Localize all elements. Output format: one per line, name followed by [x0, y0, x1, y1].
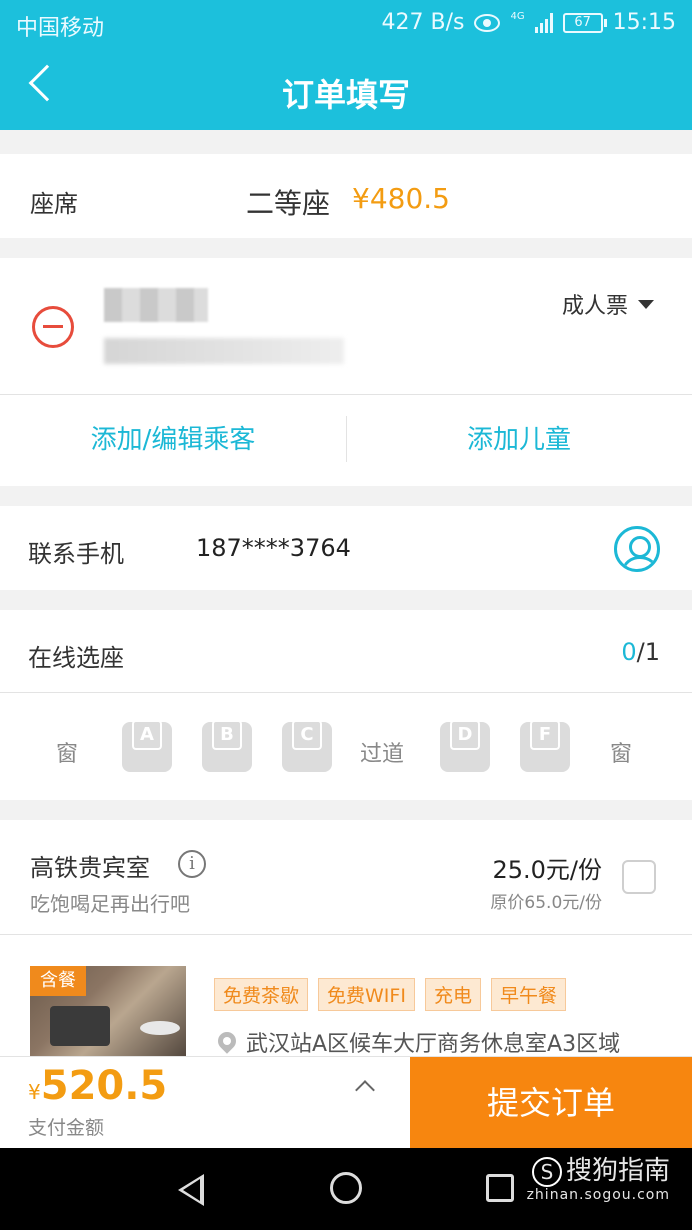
online-seat-section: 在线选座 0/1 窗 A B C 过道 D F 窗	[0, 610, 692, 800]
online-seat-label: 在线选座	[28, 644, 124, 672]
lounge-tag: 免费WIFI	[318, 978, 415, 1011]
window-label-right: 窗	[610, 742, 633, 767]
passenger-section: 成人票 添加/编辑乘客 添加儿童	[0, 258, 692, 486]
network-speed: 427 B/s	[381, 10, 465, 35]
add-child-button[interactable]: 添加儿童	[346, 394, 692, 486]
seat-class-value: 二等座	[246, 187, 331, 220]
caret-down-icon	[638, 299, 654, 309]
seat-price: ¥480.5	[352, 182, 450, 215]
nav-home-icon[interactable]	[330, 1172, 362, 1204]
seat-c-button[interactable]: C	[282, 720, 332, 772]
divider	[0, 934, 692, 935]
seat-class-row: 座席 二等座 ¥480.5	[0, 154, 692, 238]
aisle-label: 过道	[360, 742, 405, 767]
add-edit-passenger-button[interactable]: 添加/编辑乘客	[0, 394, 346, 486]
nav-recent-apps-icon[interactable]	[486, 1174, 514, 1202]
vip-lounge-section: 高铁贵宾室 i 吃饱喝足再出行吧 25.0元/份 原价65.0元/份 含餐 免费…	[0, 820, 692, 1066]
contact-label: 联系手机	[28, 540, 124, 568]
seat-letter: D	[457, 724, 473, 745]
watermark: S 搜狗指南 zhinan.sogou.com	[527, 1150, 670, 1203]
nav-back-icon[interactable]	[178, 1174, 204, 1206]
battery-icon: 67	[562, 12, 607, 33]
meal-badge: 含餐	[30, 966, 86, 996]
seat-label: 座席	[30, 190, 78, 218]
app-header: 中国移动 427 B/s 4G 67 15:15 订单填写	[0, 0, 692, 130]
chevron-up-icon[interactable]	[355, 1080, 375, 1100]
amount-label: 支付金额	[28, 1117, 105, 1139]
ticket-type-select[interactable]: 成人票	[562, 288, 654, 320]
lounge-tag: 早午餐	[490, 978, 566, 1011]
contact-book-icon[interactable]	[614, 526, 660, 572]
lounge-address: 武汉站A区候车大厅商务休息室A3区域	[246, 1032, 621, 1057]
location-pin-icon	[214, 1028, 240, 1054]
contact-phone-row: 联系手机 187****3764	[0, 506, 692, 590]
lounge-original-price: 原价65.0元/份	[490, 893, 602, 913]
passenger-name-redacted	[104, 288, 208, 322]
seat-a-button[interactable]: A	[122, 720, 172, 772]
watermark-domain: zhinan.sogou.com	[526, 1187, 670, 1203]
seat-b-button[interactable]: B	[202, 720, 252, 772]
ticket-type-label: 成人票	[561, 294, 628, 319]
passenger-id-redacted	[104, 338, 344, 364]
eye-icon	[474, 13, 501, 32]
carrier-label: 中国移动	[16, 16, 105, 41]
watermark-brand: 搜狗指南	[565, 1156, 670, 1186]
status-bar: 中国移动 427 B/s 4G 67 15:15	[0, 0, 692, 48]
lounge-checkbox[interactable]	[622, 860, 656, 894]
remove-passenger-icon[interactable]	[32, 306, 74, 348]
window-label-left: 窗	[56, 742, 79, 767]
lounge-title: 高铁贵宾室	[30, 854, 150, 882]
seat-total-count: /1	[636, 638, 660, 666]
amount-value: 520.5	[40, 1063, 168, 1109]
checkout-bar: ¥520.5 支付金额 提交订单	[0, 1056, 692, 1149]
lounge-tag: 免费茶歇	[214, 978, 309, 1011]
divider	[0, 692, 692, 693]
info-icon[interactable]: i	[178, 850, 206, 878]
seat-count: 0/1	[621, 638, 660, 666]
seat-d-button[interactable]: D	[440, 720, 490, 772]
currency-symbol: ¥	[28, 1080, 41, 1104]
clock: 15:15	[612, 10, 676, 35]
lounge-tag: 充电	[424, 978, 481, 1011]
lounge-tags: 免费茶歇 免费WIFI 充电 早午餐	[214, 978, 566, 1011]
contact-phone-field[interactable]: 187****3764	[196, 534, 351, 562]
submit-order-button[interactable]: 提交订单	[410, 1057, 692, 1149]
sogou-logo: S	[531, 1156, 562, 1187]
signal-icon	[534, 12, 553, 33]
seat-letter: F	[538, 724, 552, 745]
seat-selected-count: 0	[621, 638, 637, 666]
seat-letter: C	[300, 724, 314, 745]
network-type: 4G	[510, 10, 525, 22]
seat-f-button[interactable]: F	[520, 720, 570, 772]
lounge-subtitle: 吃饱喝足再出行吧	[30, 892, 190, 916]
seat-letter: A	[140, 724, 154, 745]
page-title: 订单填写	[281, 76, 410, 114]
total-amount: ¥520.5	[28, 1063, 167, 1109]
status-icons: 427 B/s 4G 67 15:15	[382, 10, 676, 35]
lounge-price: 25.0元/份	[492, 856, 602, 884]
seat-letter: B	[220, 724, 234, 745]
